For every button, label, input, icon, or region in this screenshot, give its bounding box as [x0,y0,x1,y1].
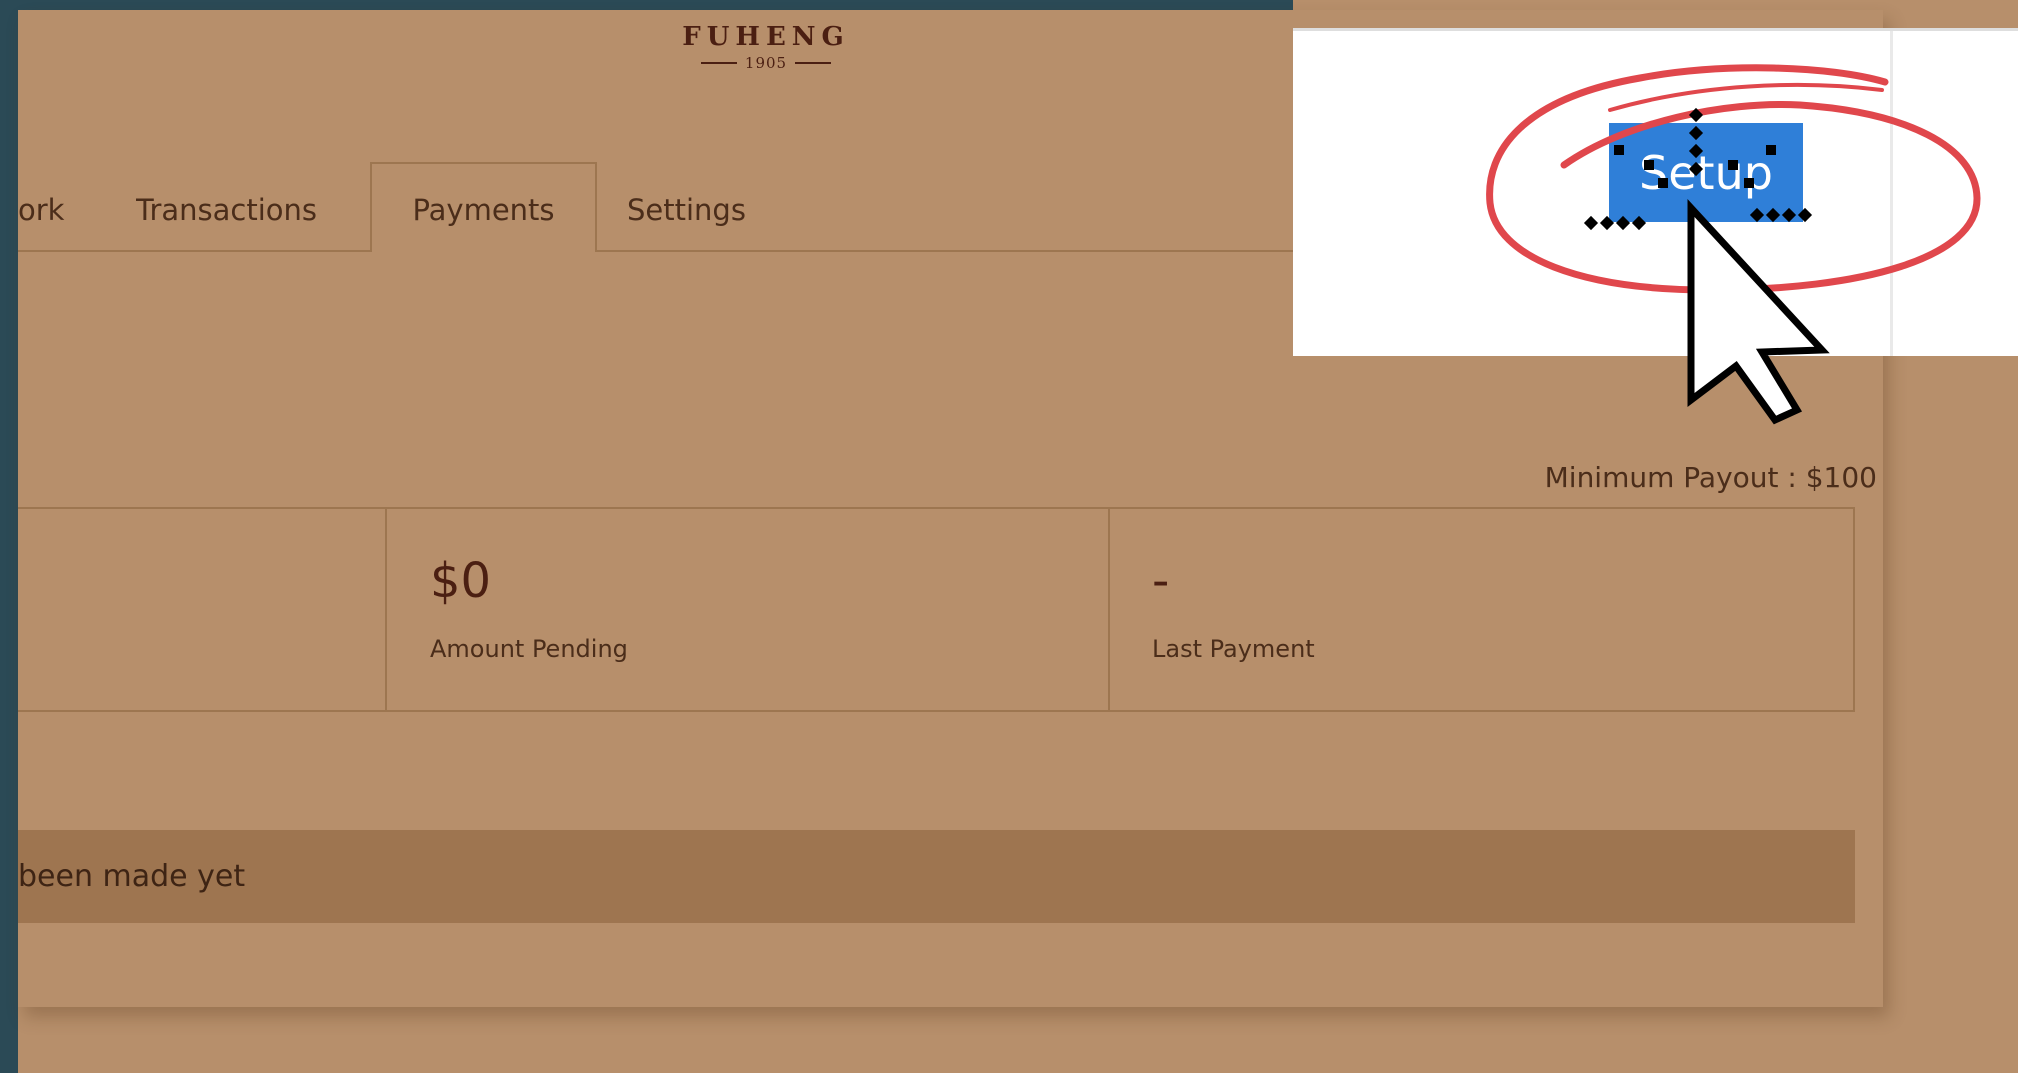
tab-network[interactable]: ork [18,177,78,243]
tab-payments-label: Payments [412,193,555,227]
logo-rule-left [700,62,737,64]
popup-edge [1890,31,1893,356]
tab-transactions[interactable]: Transactions [136,177,317,243]
setup-button[interactable]: Setup [1609,123,1803,222]
amount-pending-value: $0 [430,553,492,609]
tab-payments[interactable]: Payments [370,162,597,252]
logo-rule-right [795,62,832,64]
amount-pending-label: Amount Pending [430,635,628,663]
brand-name: FUHENG [682,22,850,52]
setup-popup: Setup [1293,28,2018,356]
brand-year: 1905 [744,54,788,72]
payment-stats: $0 Amount Pending - Last Payment [18,507,1855,712]
last-payment-label: Last Payment [1152,635,1315,663]
tab-settings[interactable]: Settings [627,177,746,243]
minimum-payout: Minimum Payout : $100 [1544,461,1877,494]
brand-logo[interactable]: FUHENG 1905 [666,22,866,72]
window-frame-left [0,0,18,1073]
brand-year-row: 1905 [666,54,866,72]
stat-divider [1108,509,1110,710]
window-frame-top [0,0,1293,10]
stat-divider [385,509,387,710]
last-payment-value: - [1152,553,1170,609]
tab-bar-line [18,250,1293,252]
empty-payments-banner: been made yet [18,830,1855,923]
empty-payments-message: been made yet [18,859,246,894]
